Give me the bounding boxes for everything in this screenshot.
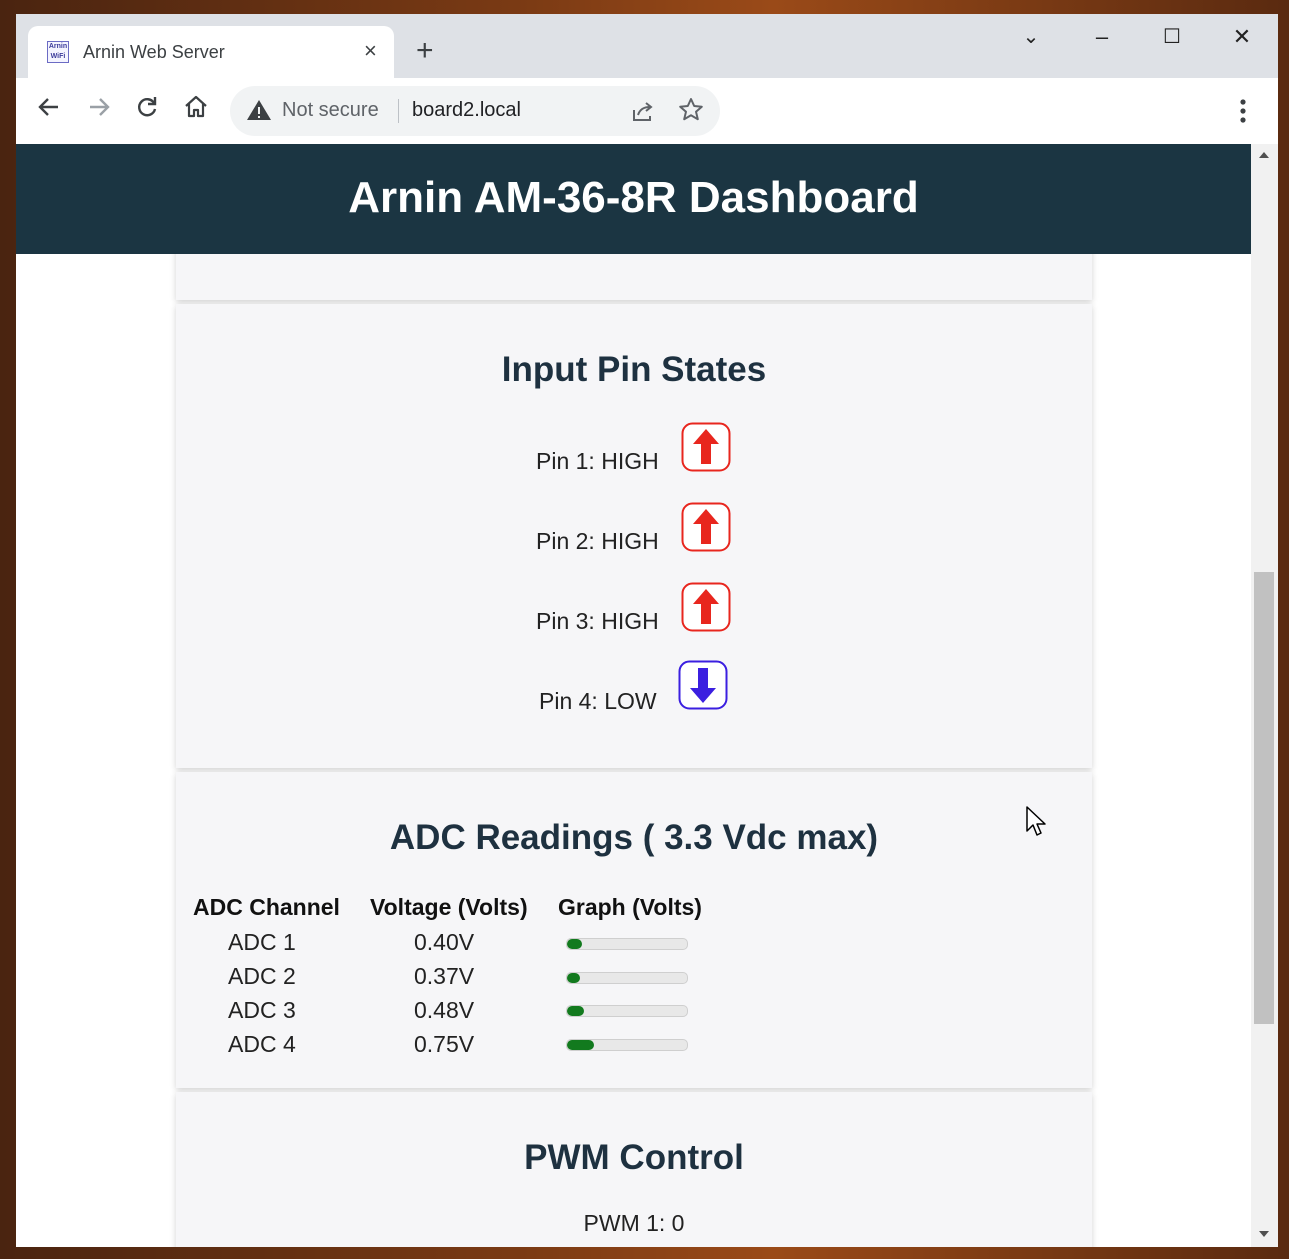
adc-1-voltage: 0.40V: [414, 929, 475, 955]
adc-header-channel: ADC Channel: [193, 894, 340, 920]
site-favicon-icon: Arnin WiFi: [47, 41, 69, 63]
browser-tab[interactable]: Arnin WiFi Arnin Web Server ×: [28, 26, 394, 78]
pin-row: Pin 3: HIGH: [176, 578, 1092, 634]
arrow-up-icon: [681, 502, 731, 552]
scroll-down-arrow-icon[interactable]: [1259, 1231, 1269, 1237]
security-status[interactable]: Not secure: [282, 99, 379, 122]
mouse-cursor-icon: [1026, 806, 1046, 836]
pin-4-label: Pin 4: LOW: [539, 688, 657, 714]
pin-row: Pin 4: LOW: [176, 658, 1092, 714]
adc-4-graph: [566, 1039, 688, 1051]
address-bar[interactable]: Not secure board2.local: [230, 86, 720, 136]
home-icon: [185, 95, 207, 118]
adc-readings-title: ADC Readings ( 3.3 Vdc max): [389, 818, 879, 857]
share-icon[interactable]: [630, 98, 656, 124]
page-viewport: Arnin AM-36-8R Dashboard Input Pin State…: [16, 144, 1251, 1247]
pin-2-label: Pin 2: HIGH: [536, 528, 659, 554]
adc-bar-fill: [567, 973, 581, 983]
adc-bar-fill: [567, 939, 582, 949]
adc-header-graph: Graph (Volts): [558, 894, 702, 920]
input-pin-states-card: Input Pin States Pin 1: HIGH Pin 2: HIGH…: [176, 304, 1092, 768]
back-button[interactable]: [32, 94, 66, 128]
scroll-up-arrow-icon[interactable]: [1259, 152, 1269, 158]
bookmark-star-icon[interactable]: [678, 97, 704, 123]
browser-toolbar: Not secure board2.local: [16, 78, 1278, 144]
tab-close-icon[interactable]: ×: [364, 38, 377, 64]
adc-3-channel: ADC 3: [228, 997, 296, 1023]
pwm-1-label: PWM 1: 0: [583, 1210, 685, 1236]
close-window-button[interactable]: ✕: [1222, 24, 1262, 54]
pin-row: Pin 1: HIGH: [176, 418, 1092, 474]
tab-search-chevron-icon[interactable]: ⌄: [1011, 24, 1051, 54]
forward-button[interactable]: [82, 94, 116, 128]
adc-bar-fill: [567, 1040, 595, 1050]
browser-menu-icon[interactable]: [1230, 96, 1256, 126]
pin-1-label: Pin 1: HIGH: [536, 448, 659, 474]
page-title: Arnin AM-36-8R Dashboard: [16, 144, 1251, 254]
pin-row: Pin 2: HIGH: [176, 498, 1092, 554]
adc-bar-fill: [567, 1006, 585, 1016]
browser-window: Arnin WiFi Arnin Web Server × + ⌄ – ☐ ✕ …: [16, 14, 1278, 1247]
adc-4-voltage: 0.75V: [414, 1031, 475, 1057]
adc-3-voltage: 0.48V: [414, 997, 475, 1023]
adc-1-graph: [566, 938, 688, 950]
tab-strip: Arnin WiFi Arnin Web Server × + ⌄ – ☐ ✕: [16, 14, 1278, 78]
minimize-button[interactable]: –: [1082, 24, 1122, 54]
maximize-button[interactable]: ☐: [1152, 24, 1192, 54]
pwm-control-card: PWM Control PWM 1: 0: [176, 1092, 1092, 1247]
adc-2-voltage: 0.37V: [414, 963, 475, 989]
input-pin-states-title: Input Pin States: [501, 350, 767, 389]
url-text[interactable]: board2.local: [412, 99, 521, 122]
adc-readings-card: ADC Readings ( 3.3 Vdc max) ADC Channel …: [176, 772, 1092, 1088]
reload-button[interactable]: [130, 94, 164, 128]
omnibox-divider: [398, 99, 399, 123]
tab-title: Arnin Web Server: [83, 42, 225, 62]
adc-2-graph: [566, 972, 688, 984]
pwm-control-title: PWM Control: [524, 1138, 744, 1177]
vertical-scrollbar[interactable]: [1251, 144, 1278, 1247]
arrow-up-icon: [681, 422, 731, 472]
forward-arrow-icon: [90, 98, 110, 116]
adc-4-channel: ADC 4: [228, 1031, 296, 1057]
back-arrow-icon: [38, 98, 58, 116]
adc-2-channel: ADC 2: [228, 963, 296, 989]
adc-3-graph: [566, 1005, 688, 1017]
arrow-up-icon: [681, 582, 731, 632]
pin-3-label: Pin 3: HIGH: [536, 608, 659, 634]
reload-icon: [138, 97, 157, 117]
adc-1-channel: ADC 1: [228, 929, 296, 955]
scrollbar-thumb[interactable]: [1254, 572, 1274, 1024]
home-button[interactable]: [179, 94, 213, 128]
new-tab-button[interactable]: +: [416, 36, 434, 66]
adc-header-voltage: Voltage (Volts): [370, 894, 528, 920]
warning-icon: [247, 100, 271, 120]
arrow-down-icon: [678, 660, 728, 710]
